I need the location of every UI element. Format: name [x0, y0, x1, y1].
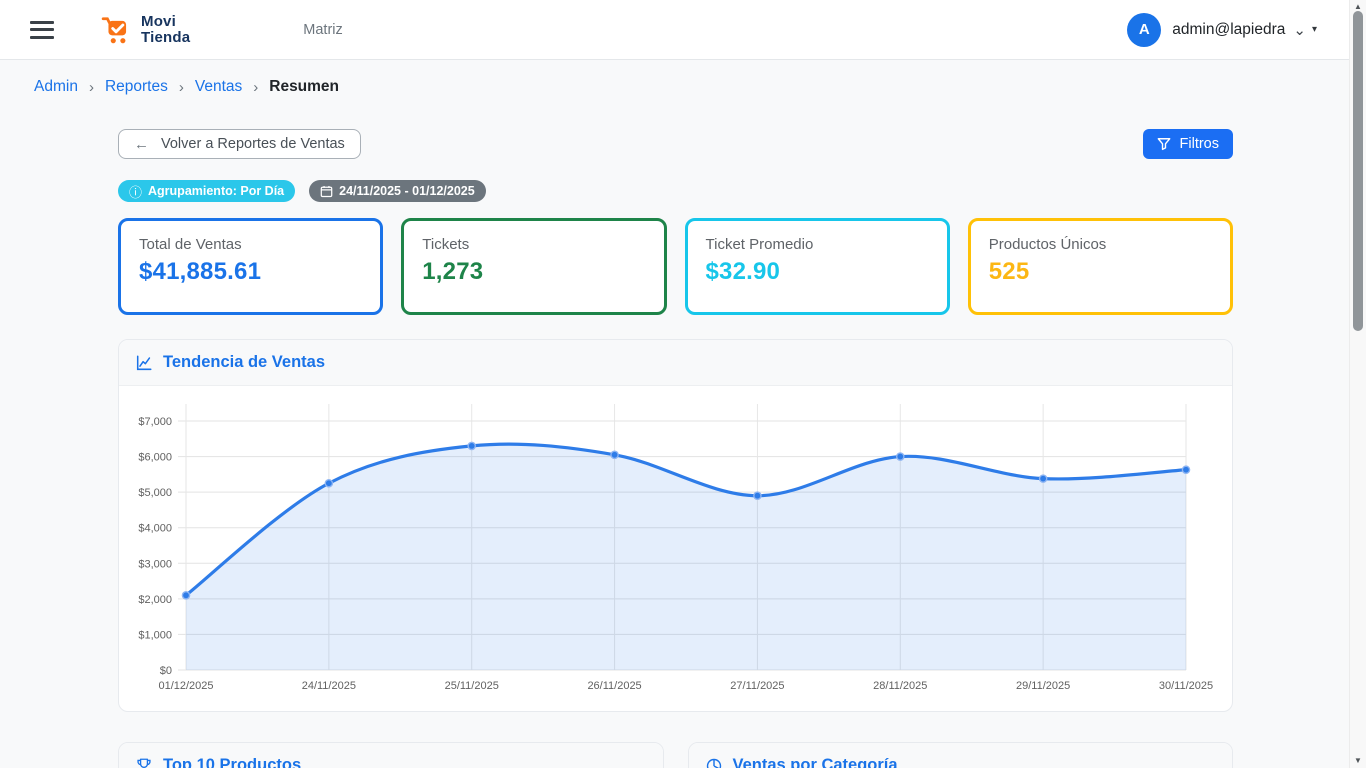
grouping-badge: ⓘ Agrupamiento: Por Día — [118, 180, 295, 202]
back-arrow-icon: ← — [134, 136, 149, 153]
sales-by-category-header: Ventas por Categoría — [689, 743, 1233, 768]
stat-value: $41,885.61 — [139, 258, 362, 286]
line-chart-icon — [135, 354, 153, 372]
info-icon: ⓘ — [129, 182, 142, 201]
svg-text:$6,000: $6,000 — [138, 452, 172, 464]
stat-card-ticket-promedio: Ticket Promedio $32.90 — [685, 218, 950, 315]
stats-row: Total de Ventas $41,885.61 Tickets 1,273… — [118, 218, 1233, 315]
breadcrumb-separator: › — [253, 79, 258, 96]
menu-icon[interactable] — [30, 20, 56, 40]
brand-logo[interactable]: Movi Tienda — [100, 14, 190, 46]
breadcrumb-reportes[interactable]: Reportes — [105, 78, 168, 96]
stat-label: Productos Únicos — [989, 236, 1212, 253]
avatar[interactable]: A — [1127, 13, 1161, 47]
back-to-reports-button[interactable]: ← Volver a Reportes de Ventas — [118, 129, 361, 159]
svg-text:01/12/2025: 01/12/2025 — [158, 680, 213, 692]
svg-text:$3,000: $3,000 — [138, 558, 172, 570]
bottom-cards-row: Top 10 Productos Ventas por Categoría — [118, 742, 1233, 768]
svg-text:$5,000: $5,000 — [138, 487, 172, 499]
brand-line2: Tienda — [141, 30, 190, 45]
caret-down-icon: ▾ — [1312, 24, 1317, 35]
sales-trend-chart: $0 $1,000 $2,000 $3,000 $4,000 $5,000 $6,000 $7… — [119, 394, 1232, 704]
breadcrumb-admin[interactable]: Admin — [34, 78, 78, 96]
breadcrumb-ventas[interactable]: Ventas — [195, 78, 242, 96]
svg-text:30/11/2025: 30/11/2025 — [1159, 680, 1213, 692]
menu-bar — [30, 28, 54, 31]
sales-by-category-title: Ventas por Categoría — [733, 756, 898, 768]
sales-by-category-card: Ventas por Categoría — [688, 742, 1234, 768]
filters-button-label: Filtros — [1180, 136, 1219, 152]
funnel-icon — [1157, 137, 1171, 151]
top-products-header: Top 10 Productos — [119, 743, 663, 768]
svg-text:29/11/2025: 29/11/2025 — [1016, 680, 1070, 692]
svg-text:$0: $0 — [160, 665, 172, 677]
breadcrumb-separator: › — [89, 79, 94, 96]
pie-chart-icon — [705, 757, 723, 768]
sales-trend-body: $0 $1,000 $2,000 $3,000 $4,000 $5,000 $6,000 $7… — [119, 386, 1232, 711]
badges-row: ⓘ Agrupamiento: Por Día 24/11/2025 - 01/… — [118, 180, 1233, 202]
filters-button[interactable]: Filtros — [1143, 129, 1233, 159]
sales-trend-card: Tendencia de Ventas $0 $1,000 $2,000 $3,000… — [118, 339, 1233, 712]
svg-text:27/11/2025: 27/11/2025 — [730, 680, 784, 692]
scroll-down-icon[interactable]: ▼ — [1350, 756, 1366, 766]
store-name: Matriz — [303, 22, 342, 38]
sales-trend-header: Tendencia de Ventas — [119, 340, 1232, 386]
sales-trend-title: Tendencia de Ventas — [163, 353, 325, 372]
svg-text:$1,000: $1,000 — [138, 629, 172, 641]
svg-text:25/11/2025: 25/11/2025 — [445, 680, 499, 692]
stat-value: $32.90 — [706, 258, 929, 286]
main-content: ← Volver a Reportes de Ventas Filtros ⓘ … — [118, 129, 1233, 768]
svg-text:$7,000: $7,000 — [138, 416, 172, 428]
top-products-title: Top 10 Productos — [163, 756, 301, 768]
scrollbar-thumb[interactable] — [1353, 11, 1363, 331]
toolbar-row: ← Volver a Reportes de Ventas Filtros — [118, 129, 1233, 159]
breadcrumb-separator: › — [179, 79, 184, 96]
user-menu[interactable]: A admin@lapiedra ⌄ ▾ — [1127, 13, 1317, 47]
top-bar: Movi Tienda Matriz A admin@lapiedra ⌄ ▾ — [0, 0, 1349, 60]
user-email: admin@lapiedra — [1172, 21, 1285, 39]
stat-label: Total de Ventas — [139, 236, 362, 253]
date-range-badge: 24/11/2025 - 01/12/2025 — [309, 180, 486, 202]
back-button-label: Volver a Reportes de Ventas — [161, 136, 345, 152]
svg-text:$4,000: $4,000 — [138, 523, 172, 535]
app-shell: Movi Tienda Matriz A admin@lapiedra ⌄ ▾ … — [0, 0, 1349, 768]
cart-icon — [100, 14, 134, 46]
menu-bar — [30, 21, 54, 24]
stat-card-total-ventas: Total de Ventas $41,885.61 — [118, 218, 383, 315]
stat-card-productos-unicos: Productos Únicos 525 — [968, 218, 1233, 315]
brand-name: Movi Tienda — [141, 14, 190, 45]
brand-line1: Movi — [141, 14, 190, 29]
breadcrumb: Admin › Reportes › Ventas › Resumen — [0, 60, 1349, 96]
grouping-badge-label: Agrupamiento: Por Día — [148, 184, 284, 198]
menu-bar — [30, 36, 54, 39]
svg-text:24/11/2025: 24/11/2025 — [302, 680, 356, 692]
chevron-down-icon: ⌄ — [1293, 21, 1306, 39]
date-range-label: 24/11/2025 - 01/12/2025 — [339, 184, 475, 198]
stat-label: Tickets — [422, 236, 645, 253]
svg-text:26/11/2025: 26/11/2025 — [587, 680, 641, 692]
top-products-card: Top 10 Productos — [118, 742, 664, 768]
calendar-icon — [320, 185, 333, 198]
svg-text:28/11/2025: 28/11/2025 — [873, 680, 927, 692]
svg-text:$2,000: $2,000 — [138, 594, 172, 606]
breadcrumb-current: Resumen — [269, 78, 339, 96]
stat-card-tickets: Tickets 1,273 — [401, 218, 666, 315]
stat-value: 1,273 — [422, 258, 645, 286]
page-scrollbar[interactable]: ▲ ▼ — [1349, 0, 1366, 768]
stat-label: Ticket Promedio — [706, 236, 929, 253]
trophy-icon — [135, 757, 153, 768]
stat-value: 525 — [989, 258, 1212, 286]
